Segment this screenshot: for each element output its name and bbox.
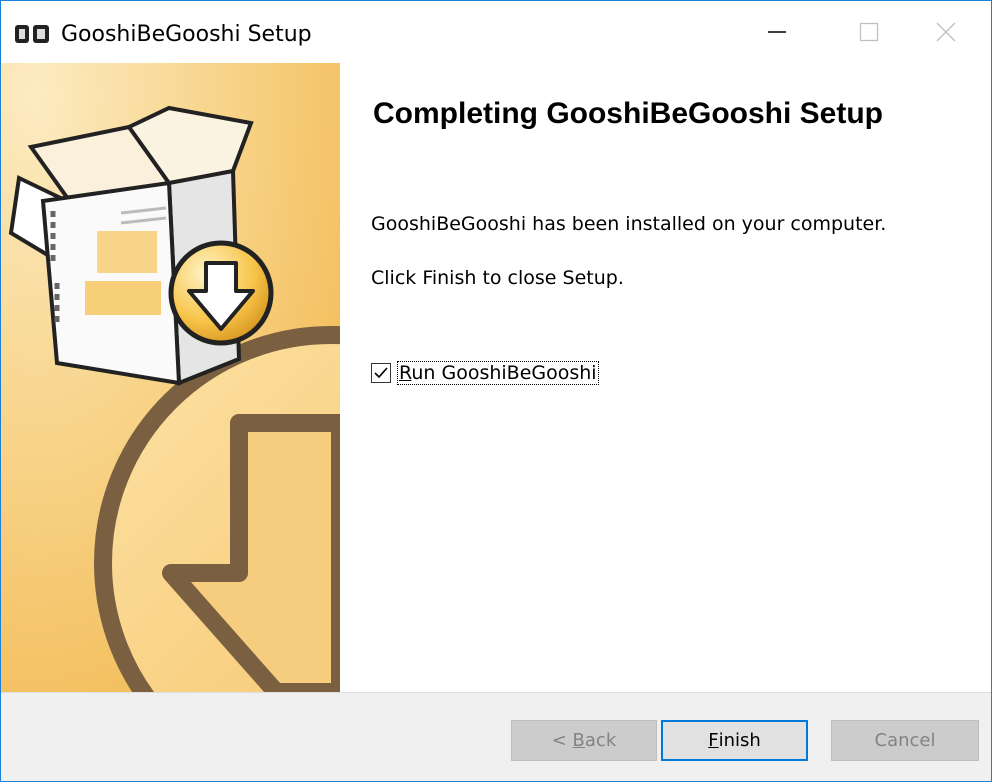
back-rest: ack [584,730,617,751]
checkbox-box[interactable] [371,363,391,383]
finish-button[interactable]: Finish [661,720,808,761]
checkmark-icon [374,367,388,379]
run-app-label[interactable]: Run GooshiBeGooshi [397,361,599,385]
close-icon [936,22,956,42]
cancel-button[interactable]: Cancel [831,720,979,761]
finish-rest: inish [718,730,761,751]
back-button[interactable]: < Back [511,720,657,761]
run-app-checkbox[interactable]: Run GooshiBeGooshi [371,361,599,385]
back-accel: B [572,730,585,751]
app-icon [15,25,49,43]
cancel-label: Cancel [874,730,936,751]
setup-window: GooshiBeGooshi Setup Completing GooshiBe… [0,0,992,782]
run-app-label-rest: un GooshiBeGooshi [411,362,597,384]
close-instruction-text: Click Finish to close Setup. [371,267,624,289]
page-title: Completing GooshiBeGooshi Setup [373,97,883,130]
installer-illustration [1,63,340,692]
content-panel: Completing GooshiBeGooshi Setup GooshiBe… [340,63,991,692]
run-app-accel: R [399,362,412,384]
close-button[interactable] [901,1,991,63]
title-bar[interactable]: GooshiBeGooshi Setup [1,1,991,63]
minimize-icon [768,31,786,33]
back-prefix: < [551,730,573,751]
install-complete-text: GooshiBeGooshi has been installed on you… [371,213,887,235]
window-title: GooshiBeGooshi Setup [61,22,312,47]
maximize-icon [859,22,879,42]
minimize-button[interactable] [731,1,823,63]
sidebar-banner [1,63,340,692]
button-bar: < Back Finish Cancel [1,692,991,781]
finish-accel: F [708,730,719,751]
